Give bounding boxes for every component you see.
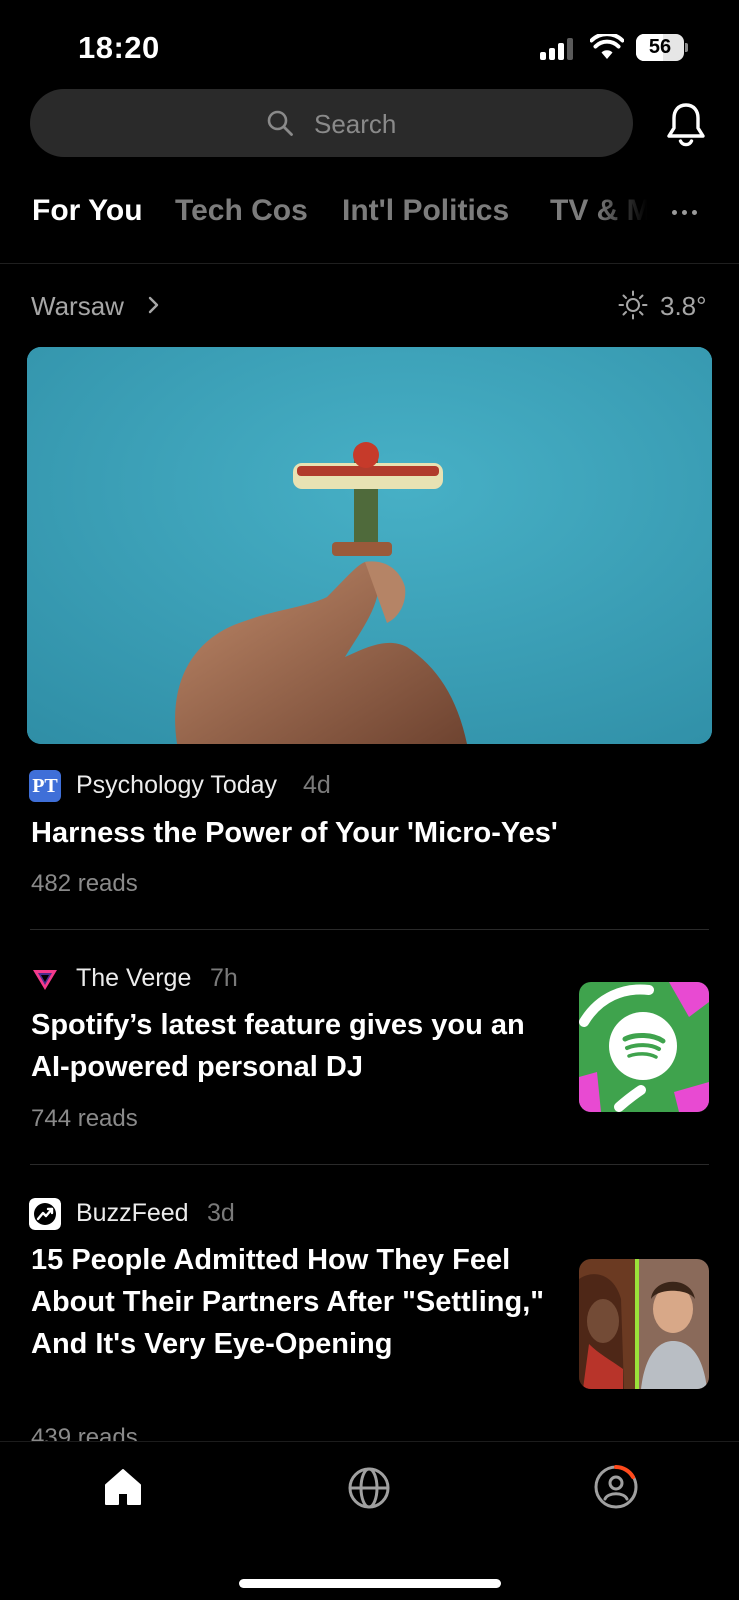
article-2-age: 7h [210, 964, 238, 992]
divider [30, 929, 709, 930]
category-tabs: For You Tech Cos Int'l Politics TV & M [0, 188, 739, 238]
status-time: 18:20 [78, 30, 160, 65]
divider [0, 263, 739, 264]
chevron-right-icon [148, 296, 159, 314]
location-link[interactable]: Warsaw [31, 291, 124, 322]
article-3-headline[interactable]: 15 People Admitted How They Feel About T… [31, 1239, 566, 1365]
tab-tech-cos[interactable]: Tech Cos [175, 194, 308, 228]
article-3-source-name: BuzzFeed [76, 1199, 189, 1227]
home-icon[interactable] [102, 1466, 144, 1508]
the-verge-logo [33, 970, 57, 990]
article-1-age: 4d [303, 771, 331, 799]
article-1-source-name: Psychology Today [76, 771, 278, 799]
bell-icon[interactable] [664, 100, 708, 148]
hero-article-image[interactable] [27, 347, 712, 744]
article-2-thumbnail[interactable] [579, 982, 709, 1112]
sun-icon [618, 290, 648, 320]
article-2-reads: 744 reads [31, 1105, 138, 1132]
article-2-headline[interactable]: Spotify’s latest feature gives you an AI… [31, 1004, 566, 1088]
article-1-reads: 482 reads [31, 870, 138, 897]
battery-icon: 56 [636, 34, 688, 61]
psychology-today-logo: PT [29, 770, 61, 802]
home-indicator [239, 1579, 501, 1588]
search-icon [267, 110, 293, 136]
bottom-nav [0, 1441, 739, 1600]
divider [30, 1164, 709, 1165]
toy-plane-photo [27, 347, 712, 744]
article-2-source: The Verge 7h [29, 961, 429, 995]
article-3-thumbnail[interactable] [579, 1259, 709, 1389]
tab-for-you[interactable]: For You [32, 194, 143, 228]
status-bar: 18:20 56 [0, 0, 739, 90]
tab-intl-politics[interactable]: Int'l Politics [342, 194, 509, 228]
search-input[interactable]: Search [30, 89, 633, 157]
battery-percent: 56 [648, 36, 672, 58]
temperature: 3.8° [660, 291, 707, 321]
buzzfeed-logo [29, 1198, 61, 1230]
spotify-logo-image [579, 982, 709, 1112]
article-1-headline[interactable]: Harness the Power of Your 'Micro-Yes' [31, 812, 691, 854]
couple-photo [579, 1259, 709, 1389]
profile-icon[interactable] [592, 1463, 640, 1511]
wifi-icon [590, 34, 624, 59]
article-2-source-name: The Verge [76, 964, 192, 992]
cellular-signal-icon [540, 38, 578, 60]
article-1-source: PT Psychology Today 4d [29, 768, 429, 802]
article-3-age: 3d [207, 1199, 235, 1227]
article-3-source: BuzzFeed 3d [29, 1196, 429, 1230]
more-horizontal-icon[interactable] [672, 208, 702, 218]
search-placeholder: Search [314, 109, 397, 139]
globe-icon[interactable] [347, 1466, 391, 1510]
